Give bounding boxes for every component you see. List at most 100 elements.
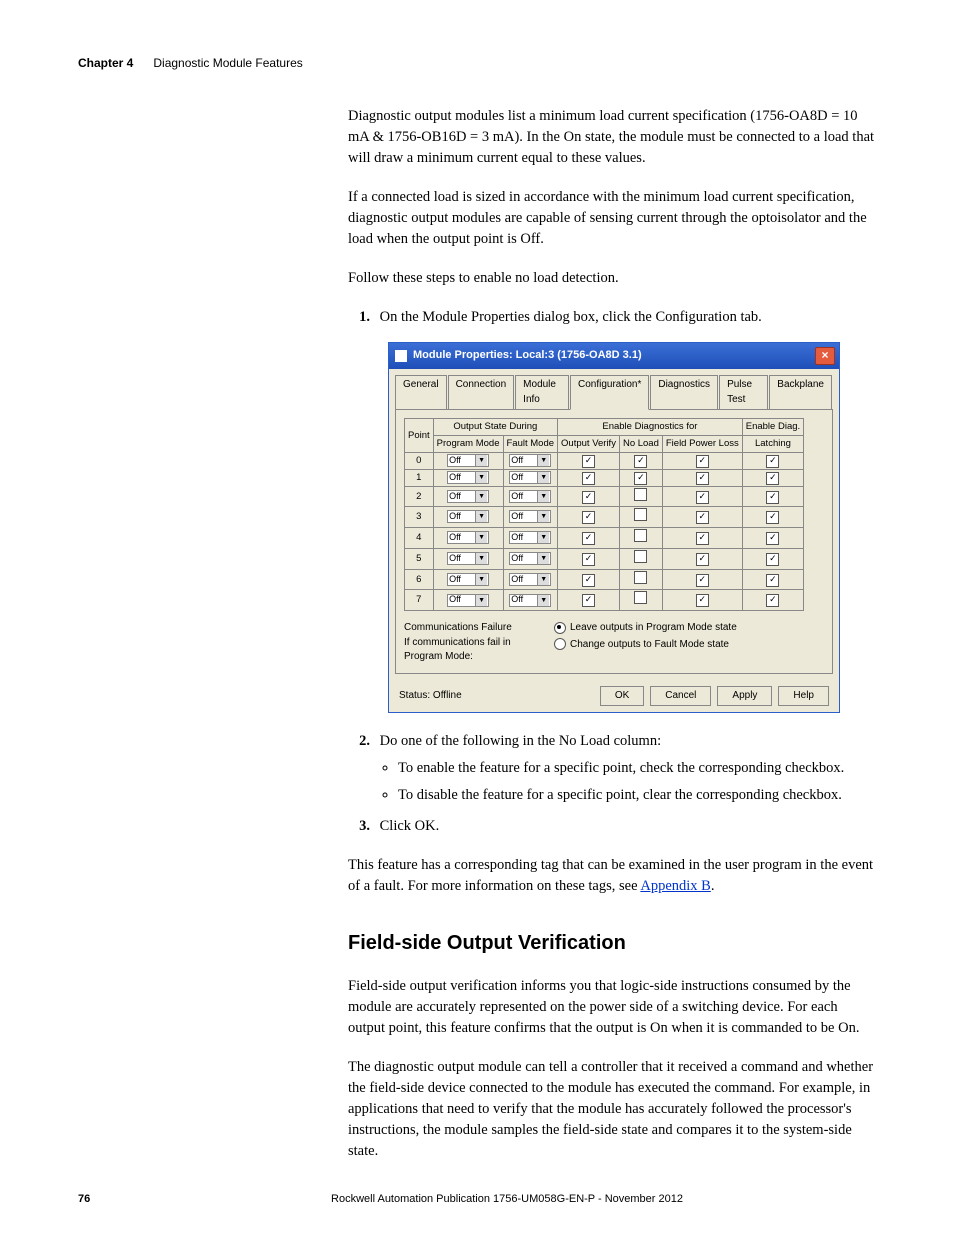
fault-mode-select[interactable]: Off▼ (509, 552, 551, 565)
page-footer: 76 Rockwell Automation Publication 1756-… (78, 1193, 876, 1205)
fault-mode-select[interactable]: Off▼ (509, 490, 551, 503)
output-verify-checkbox[interactable] (582, 472, 595, 485)
cell-fault-mode: Off▼ (503, 569, 558, 590)
col-field-power-loss: Field Power Loss (662, 435, 742, 452)
cell-program-mode: Off▼ (433, 507, 503, 528)
cell-fault-mode: Off▼ (503, 469, 558, 486)
program-mode-select[interactable]: Off▼ (447, 454, 489, 467)
fault-mode-select[interactable]: Off▼ (509, 594, 551, 607)
output-verify-checkbox[interactable] (582, 574, 595, 587)
chevron-down-icon: ▼ (537, 455, 549, 466)
latching-checkbox[interactable] (766, 491, 779, 504)
program-mode-select[interactable]: Off▼ (447, 471, 489, 484)
field-power-loss-checkbox[interactable] (696, 472, 709, 485)
output-verify-checkbox[interactable] (582, 491, 595, 504)
col-fault-mode: Fault Mode (503, 435, 558, 452)
no-load-checkbox[interactable] (634, 472, 647, 485)
table-row: 4Off▼Off▼ (405, 528, 804, 549)
tab-general[interactable]: General (395, 375, 447, 409)
col-point: Point (405, 419, 434, 453)
program-mode-select[interactable]: Off▼ (447, 573, 489, 586)
close-icon[interactable]: × (815, 347, 835, 365)
appendix-link[interactable]: Appendix B (640, 878, 710, 894)
radio-leave-outputs[interactable]: Leave outputs in Program Mode state (554, 621, 737, 636)
program-mode-select[interactable]: Off▼ (447, 552, 489, 565)
cell-program-mode: Off▼ (433, 569, 503, 590)
paragraph: This feature has a corresponding tag tha… (348, 855, 876, 897)
fault-mode-select[interactable]: Off▼ (509, 531, 551, 544)
bullet-item: To disable the feature for a specific po… (398, 785, 876, 806)
latching-checkbox[interactable] (766, 455, 779, 468)
output-verify-checkbox[interactable] (582, 594, 595, 607)
output-verify-checkbox[interactable] (582, 532, 595, 545)
output-verify-checkbox[interactable] (582, 455, 595, 468)
latching-checkbox[interactable] (766, 594, 779, 607)
field-power-loss-checkbox[interactable] (696, 553, 709, 566)
field-power-loss-checkbox[interactable] (696, 491, 709, 504)
program-mode-select[interactable]: Off▼ (447, 510, 489, 523)
no-load-checkbox[interactable] (634, 529, 647, 542)
tab-pulse-test[interactable]: Pulse Test (719, 375, 768, 409)
output-verify-checkbox[interactable] (582, 511, 595, 524)
tab-backplane[interactable]: Backplane (769, 375, 832, 409)
cell-no-load (619, 528, 662, 549)
tab-connection[interactable]: Connection (448, 375, 515, 409)
field-power-loss-checkbox[interactable] (696, 594, 709, 607)
no-load-checkbox[interactable] (634, 571, 647, 584)
cancel-button[interactable]: Cancel (650, 686, 711, 707)
program-mode-select[interactable]: Off▼ (447, 594, 489, 607)
chevron-down-icon: ▼ (537, 574, 549, 585)
no-load-checkbox[interactable] (634, 550, 647, 563)
no-load-checkbox[interactable] (634, 508, 647, 521)
cell-program-mode: Off▼ (433, 590, 503, 611)
paragraph: The diagnostic output module can tell a … (348, 1057, 876, 1162)
cell-point: 5 (405, 548, 434, 569)
fault-mode-select[interactable]: Off▼ (509, 454, 551, 467)
radio-change-outputs[interactable]: Change outputs to Fault Mode state (554, 638, 737, 653)
cell-no-load (619, 548, 662, 569)
latching-checkbox[interactable] (766, 574, 779, 587)
fault-mode-select[interactable]: Off▼ (509, 573, 551, 586)
no-load-checkbox[interactable] (634, 455, 647, 468)
tab-configuration[interactable]: Configuration* (570, 375, 649, 410)
ok-button[interactable]: OK (600, 686, 644, 707)
tab-module-info[interactable]: Module Info (515, 375, 569, 409)
chevron-down-icon: ▼ (537, 472, 549, 483)
fault-mode-select[interactable]: Off▼ (509, 510, 551, 523)
no-load-checkbox[interactable] (634, 591, 647, 604)
cell-latching (742, 469, 803, 486)
apply-button[interactable]: Apply (717, 686, 772, 707)
cell-program-mode: Off▼ (433, 452, 503, 469)
output-verify-checkbox[interactable] (582, 553, 595, 566)
field-power-loss-checkbox[interactable] (696, 574, 709, 587)
table-row: 3Off▼Off▼ (405, 507, 804, 528)
cell-output-verify (558, 469, 620, 486)
field-power-loss-checkbox[interactable] (696, 455, 709, 468)
group-enable-diag: Enable Diagnostics for (558, 419, 743, 436)
latching-checkbox[interactable] (766, 472, 779, 485)
program-mode-select[interactable]: Off▼ (447, 531, 489, 544)
cell-point: 2 (405, 486, 434, 507)
latching-checkbox[interactable] (766, 532, 779, 545)
cell-field-power-loss (662, 507, 742, 528)
field-power-loss-checkbox[interactable] (696, 532, 709, 545)
fault-mode-select[interactable]: Off▼ (509, 471, 551, 484)
latching-checkbox[interactable] (766, 511, 779, 524)
help-button[interactable]: Help (778, 686, 829, 707)
publication-info: Rockwell Automation Publication 1756-UM0… (138, 1193, 876, 1205)
chevron-down-icon: ▼ (475, 532, 487, 543)
cell-field-power-loss (662, 486, 742, 507)
paragraph: If a connected load is sized in accordan… (348, 187, 876, 250)
field-power-loss-checkbox[interactable] (696, 511, 709, 524)
dialog-footer: Status: Offline OK Cancel Apply Help (389, 680, 839, 713)
paragraph: Diagnostic output modules list a minimum… (348, 106, 876, 169)
step-item: 1. On the Module Properties dialog box, … (348, 307, 876, 713)
cell-output-verify (558, 528, 620, 549)
chapter-label: Chapter 4 (78, 56, 133, 70)
cell-output-verify (558, 590, 620, 611)
cell-latching (742, 569, 803, 590)
tab-diagnostics[interactable]: Diagnostics (650, 375, 718, 409)
latching-checkbox[interactable] (766, 553, 779, 566)
no-load-checkbox[interactable] (634, 488, 647, 501)
program-mode-select[interactable]: Off▼ (447, 490, 489, 503)
